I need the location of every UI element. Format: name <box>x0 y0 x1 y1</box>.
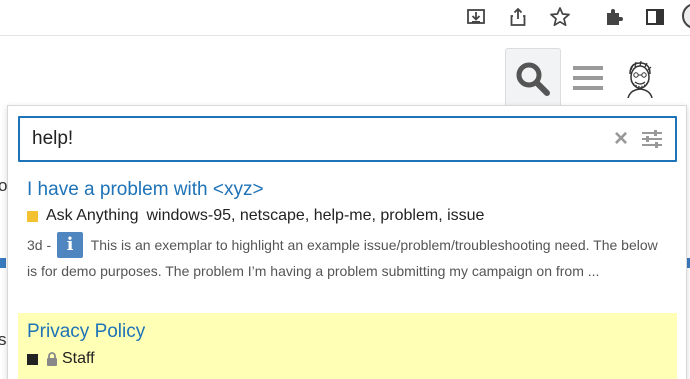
background-text-fragment: s <box>0 330 7 349</box>
header-search-button[interactable] <box>505 48 561 108</box>
search-icon <box>516 62 550 96</box>
tag-list[interactable]: windows-95, netscape, help-me, problem, … <box>147 207 485 225</box>
search-result-title[interactable]: I have a problem with <xyz> <box>27 179 264 201</box>
search-result-blurb: 3d - i This is an exemplar to highlight … <box>27 232 667 283</box>
user-avatar[interactable] <box>620 58 660 99</box>
download-icon[interactable] <box>462 3 490 31</box>
clear-search-button[interactable]: × <box>610 125 632 152</box>
search-menu-panel: × I have a problem with <xyz> Ask Anythi… <box>7 105 687 379</box>
search-result-title[interactable]: Privacy Policy <box>27 321 145 343</box>
post-age: 3d - <box>27 237 52 253</box>
category-name[interactable]: Staff <box>62 350 95 368</box>
search-result-highlighted[interactable]: Privacy Policy Staff <box>18 313 677 379</box>
search-input[interactable] <box>32 126 592 152</box>
category-badge <box>27 353 38 365</box>
bookmark-star-icon[interactable] <box>546 3 574 31</box>
sidebar-panel-icon[interactable] <box>641 3 669 31</box>
search-result-meta: Ask Anything windows-95, netscape, help-… <box>27 207 484 225</box>
search-box: × <box>18 116 677 162</box>
browser-profile-icon[interactable] <box>682 3 690 29</box>
background-bar-fragment <box>0 258 6 268</box>
info-icon: i <box>57 232 84 259</box>
hamburger-menu-icon[interactable] <box>570 60 606 96</box>
category-badge <box>27 210 38 222</box>
share-icon[interactable] <box>504 3 532 31</box>
search-result-meta: Staff <box>27 350 95 368</box>
browser-toolbar <box>0 0 690 36</box>
lock-icon <box>47 352 57 366</box>
excerpt-text: This is an exemplar to highlight an exam… <box>27 237 658 280</box>
close-icon: × <box>613 125 628 152</box>
sliders-icon <box>642 130 662 148</box>
advanced-search-button[interactable] <box>640 126 664 152</box>
category-name[interactable]: Ask Anything <box>46 207 139 225</box>
extensions-puzzle-icon[interactable] <box>600 3 628 31</box>
